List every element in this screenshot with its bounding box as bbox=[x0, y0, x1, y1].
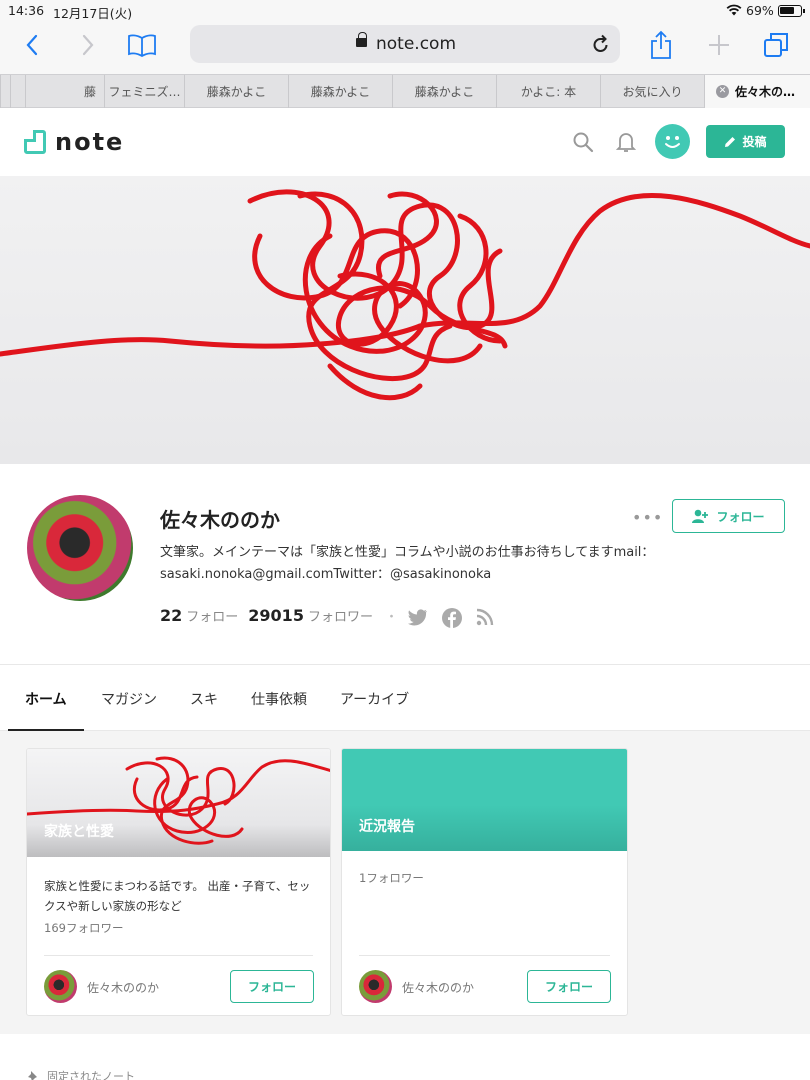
author-avatar[interactable] bbox=[359, 970, 392, 1003]
card-divider bbox=[44, 955, 313, 956]
profile-avatar[interactable] bbox=[27, 495, 133, 601]
profile-bio: 文筆家。メインテーマは「家族と性愛」コラムや小説のお仕事お待ちしてますmail：… bbox=[160, 545, 655, 582]
magazine-title[interactable]: 近況報告 bbox=[359, 816, 415, 836]
browser-tab[interactable]: 藤森かよこ bbox=[392, 75, 496, 108]
magazine-description: 家族と性愛にまつわる話です。 出産・子育て、セックスや新しい家族の形など bbox=[44, 879, 311, 913]
share-button[interactable] bbox=[644, 30, 678, 60]
tab-likes[interactable]: スキ bbox=[190, 689, 218, 709]
back-button[interactable] bbox=[15, 30, 49, 60]
magazine-card[interactable]: 近況報告 1フォロワー 佐々木ののか フォロー bbox=[341, 748, 628, 1016]
tabs-overview-button[interactable] bbox=[759, 30, 793, 60]
site-header: note 投稿 bbox=[0, 109, 810, 176]
back-icon bbox=[26, 34, 38, 56]
browser-tab[interactable]: 藤 bbox=[25, 75, 104, 108]
user-avatar[interactable] bbox=[655, 124, 690, 159]
profile-name: 佐々木ののか bbox=[160, 508, 280, 532]
browser-tab-active[interactable]: ✕ 佐々木の… bbox=[704, 75, 810, 108]
stats-separator: ・ bbox=[384, 610, 398, 625]
note-logo-icon bbox=[24, 130, 46, 154]
status-time: 14:36 bbox=[8, 3, 45, 18]
search-icon[interactable] bbox=[572, 131, 594, 153]
magazine-follow-button[interactable]: フォロー bbox=[230, 970, 314, 1003]
follow-button[interactable]: フォロー bbox=[672, 499, 785, 533]
tab-magazines[interactable]: マガジン bbox=[101, 689, 157, 709]
rss-icon[interactable] bbox=[476, 608, 494, 626]
author-avatar[interactable] bbox=[44, 970, 77, 1003]
red-yarn-image bbox=[0, 189, 810, 401]
forward-icon bbox=[82, 34, 94, 56]
share-icon bbox=[651, 30, 671, 59]
lock-icon bbox=[356, 32, 367, 47]
browser-tab-bar: 藤 フェミニズ… 藤森かよこ 藤森かよこ 藤森かよこ かよこ: 本 お気に入り … bbox=[0, 74, 810, 108]
battery-icon bbox=[778, 5, 805, 17]
followers-count[interactable]: 29015 bbox=[248, 606, 304, 625]
browser-tab[interactable]: 藤森かよこ bbox=[184, 75, 288, 108]
following-count[interactable]: 22 bbox=[160, 606, 182, 625]
tab-job-requests[interactable]: 仕事依頼 bbox=[251, 689, 307, 709]
smiley-icon bbox=[665, 136, 680, 148]
card-divider bbox=[359, 955, 610, 956]
following-label[interactable]: フォロー bbox=[186, 606, 238, 625]
pinned-notes-heading: 固定されたノート bbox=[27, 1068, 135, 1080]
tabs-icon bbox=[764, 33, 788, 57]
forward-button[interactable] bbox=[71, 30, 105, 60]
tab-home[interactable]: ホーム bbox=[25, 689, 67, 709]
profile-nav-tabs: ホーム マガジン スキ 仕事依頼 アーカイブ bbox=[0, 664, 810, 731]
pencil-icon bbox=[725, 136, 736, 147]
profile-stats: 22 フォロー 29015 フォロワー ・ bbox=[160, 606, 408, 625]
browser-tab[interactable] bbox=[10, 75, 25, 108]
url-text: note.com bbox=[376, 34, 457, 54]
note-logo[interactable]: note bbox=[24, 128, 124, 156]
reload-icon[interactable] bbox=[592, 34, 610, 54]
battery-percent: 69% bbox=[746, 3, 774, 18]
magazine-title[interactable]: 家族と性愛 bbox=[44, 821, 114, 841]
twitter-icon[interactable] bbox=[408, 608, 428, 626]
wifi-icon bbox=[726, 4, 742, 16]
browser-tab[interactable]: 藤森かよこ bbox=[288, 75, 392, 108]
browser-tab[interactable]: かよこ: 本 bbox=[496, 75, 600, 108]
pin-icon bbox=[28, 1071, 37, 1080]
browser-tab[interactable] bbox=[0, 75, 10, 108]
magazine-follower-count: 1フォロワー bbox=[359, 871, 424, 885]
browser-tab[interactable]: お気に入り bbox=[600, 75, 704, 108]
magazine-author[interactable]: 佐々木ののか bbox=[87, 979, 159, 996]
tab-archive[interactable]: アーカイブ bbox=[340, 689, 409, 709]
bookmarks-button[interactable] bbox=[125, 30, 159, 60]
post-button[interactable]: 投稿 bbox=[706, 125, 785, 158]
new-tab-button[interactable] bbox=[702, 30, 736, 60]
browser-toolbar: note.com bbox=[0, 22, 810, 74]
magazine-author[interactable]: 佐々木ののか bbox=[402, 979, 474, 996]
profile-cover-image bbox=[0, 176, 810, 464]
status-bar: 14:36 12月17日(火) 69% bbox=[0, 0, 810, 22]
magazine-card[interactable]: 家族と性愛 家族と性愛にまつわる話です。 出産・子育て、セックスや新しい家族の形… bbox=[26, 748, 331, 1016]
add-user-icon bbox=[692, 509, 709, 523]
more-icon[interactable]: ••• bbox=[632, 508, 663, 527]
close-tab-icon[interactable]: ✕ bbox=[716, 85, 729, 98]
followers-label[interactable]: フォロワー bbox=[308, 606, 373, 625]
address-bar[interactable]: note.com bbox=[190, 25, 620, 63]
magazine-list: 家族と性愛 家族と性愛にまつわる話です。 出産・子育て、セックスや新しい家族の形… bbox=[0, 731, 810, 1034]
browser-tab[interactable]: フェミニズ… bbox=[104, 75, 184, 108]
bookmarks-icon bbox=[128, 34, 156, 57]
magazine-follower-count: 169フォロワー bbox=[44, 921, 124, 935]
status-date: 12月17日(火) bbox=[53, 6, 133, 21]
new-tab-icon bbox=[709, 35, 729, 55]
facebook-icon[interactable] bbox=[442, 608, 462, 628]
bell-icon[interactable] bbox=[616, 131, 636, 153]
magazine-follow-button[interactable]: フォロー bbox=[527, 970, 611, 1003]
profile-section: 佐々木ののか ••• フォロー 文筆家。メインテーマは「家族と性愛」コラムや小説… bbox=[0, 464, 810, 664]
